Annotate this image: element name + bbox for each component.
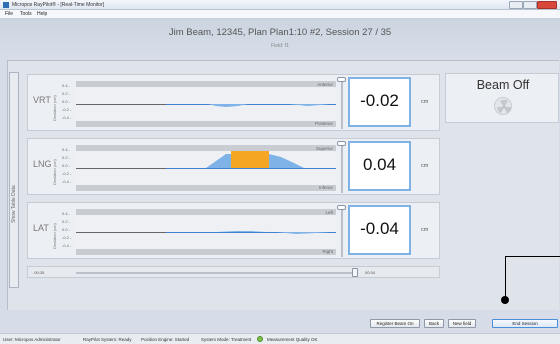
direction-bottom-label: Inferior xyxy=(318,185,333,190)
tick-label: -0.2 - xyxy=(62,171,72,176)
new-field-button[interactable]: New field xyxy=(448,319,476,328)
direction-bottom-label: Posterior xyxy=(314,121,333,126)
deviation-graph: Anterior Posterior xyxy=(76,81,336,127)
deviation-unit-label: Deviation (cm) xyxy=(52,95,57,121)
deviation-trace-svg xyxy=(208,104,330,107)
tick-label: -0.2 - xyxy=(62,107,72,112)
deviation-unit-label: Deviation (cm) xyxy=(52,223,57,249)
close-button[interactable] xyxy=(537,1,557,9)
axis-label: LAT xyxy=(33,223,49,233)
beam-status-text: Beam Off xyxy=(476,78,530,92)
lat-value-box: -0.04 xyxy=(348,205,411,255)
tick-label: 0.4 - xyxy=(62,211,71,216)
show-table-data-tab[interactable]: Show Table Data xyxy=(9,72,19,288)
tick-label: 0.2 - xyxy=(62,219,71,224)
menu-file[interactable]: File xyxy=(5,11,13,18)
status-user: User: Micropos Administrator xyxy=(3,337,61,342)
direction-top-label: Anterior xyxy=(317,82,333,87)
lng-panel: LNG Deviation (cm) 0.4 - 0.2 - 0.0 - -0.… xyxy=(27,138,440,195)
menu-tools[interactable]: Tools xyxy=(20,11,32,18)
threshold-slider-track xyxy=(341,143,343,193)
deviation-trace-svg xyxy=(206,151,304,168)
status-quality: Measurement Quality OK xyxy=(267,337,318,342)
deviation-unit-label: Deviation (cm) xyxy=(52,159,57,185)
tick-label: 0.4 - xyxy=(62,83,71,88)
status-bar: User: Micropos Administrator RayPilot Sy… xyxy=(0,333,560,344)
direction-bottom-label: Right xyxy=(322,249,333,254)
threshold-slider-handle[interactable] xyxy=(337,77,346,82)
timeline-track[interactable] xyxy=(76,272,356,274)
unit-cm: cm xyxy=(421,227,429,233)
tick-label: 0.0 - xyxy=(62,163,71,168)
tick-label: 0.2 - xyxy=(62,91,71,96)
register-beam-on-button[interactable]: Register Beam On xyxy=(370,319,420,328)
annotation-line xyxy=(505,256,560,257)
unit-cm: cm xyxy=(421,99,429,105)
tick-label: 0.2 - xyxy=(62,155,71,160)
tick-label: 0.4 - xyxy=(62,147,71,152)
threshold-slider-track xyxy=(341,79,343,129)
beam-status-panel: Beam Off xyxy=(445,73,559,123)
tick-label: -0.2 - xyxy=(62,235,72,240)
status-engine: Position Engine: Started xyxy=(141,337,190,342)
threshold-slider-track xyxy=(341,207,343,257)
axis-label: LNG xyxy=(33,159,52,169)
tick-label: 0.0 - xyxy=(62,227,71,232)
minimize-button[interactable] xyxy=(509,1,523,9)
vrt-value-box: -0.02 xyxy=(348,77,411,127)
menu-help[interactable]: Help xyxy=(37,11,47,18)
app-icon xyxy=(3,2,9,8)
status-mode: System Mode: Treatment xyxy=(201,337,252,342)
menu-bar: File Tools Help xyxy=(0,10,560,19)
tick-label: -0.4 - xyxy=(62,115,72,120)
window-title: Micropos RayPilot® - [Real-Time Monitor] xyxy=(12,2,105,8)
maximize-button[interactable] xyxy=(523,1,537,9)
field-label: Field: f1 xyxy=(271,43,289,49)
end-session-button[interactable]: End Session xyxy=(492,319,558,328)
lng-value: 0.04 xyxy=(362,155,397,174)
lat-panel: LAT Deviation (cm) 0.4 - 0.2 - 0.0 - -0.… xyxy=(27,202,440,259)
direction-top-label: Left xyxy=(325,210,333,215)
beam-on-highlight xyxy=(231,151,269,168)
deviation-graph: Superior Inferior xyxy=(76,145,336,191)
unit-cm: cm xyxy=(421,163,429,169)
direction-top-label: Superior xyxy=(315,146,333,151)
lat-value: -0.04 xyxy=(360,219,399,238)
vrt-panel: VRT Deviation (cm) 0.4 - 0.2 - 0.0 - -0.… xyxy=(27,74,440,131)
session-title: Jim Beam, 12345, Plan Plan1:10 #2, Sessi… xyxy=(168,27,392,38)
quality-ok-icon xyxy=(257,336,263,342)
timeline-start: -00:35 xyxy=(33,270,45,275)
threshold-slider-handle[interactable] xyxy=(337,205,346,210)
annotation-dot xyxy=(501,296,509,304)
status-system: RayPilot System: Ready xyxy=(83,337,132,342)
tick-label: -0.4 - xyxy=(62,243,72,248)
vrt-value: -0.02 xyxy=(360,91,399,110)
axis-label: VRT xyxy=(33,95,51,105)
tick-label: -0.4 - xyxy=(62,179,72,184)
timeline-end: 00:34 xyxy=(365,270,376,275)
threshold-slider-handle[interactable] xyxy=(337,141,346,146)
deviation-graph: Left Right xyxy=(76,209,336,255)
annotation-line xyxy=(505,256,506,299)
lng-value-box: 0.04 xyxy=(348,141,411,191)
show-table-data-label: Show Table Data xyxy=(11,185,17,223)
radiation-icon xyxy=(494,97,512,115)
back-button[interactable]: Back xyxy=(424,319,444,328)
tick-label: 0.0 - xyxy=(62,99,71,104)
timeline-thumb[interactable] xyxy=(352,268,358,277)
timeline-scrubber: -00:35 00:34 xyxy=(27,266,440,278)
title-bar: Micropos RayPilot® - [Real-Time Monitor] xyxy=(0,0,560,10)
deviation-trace-svg xyxy=(216,231,331,234)
